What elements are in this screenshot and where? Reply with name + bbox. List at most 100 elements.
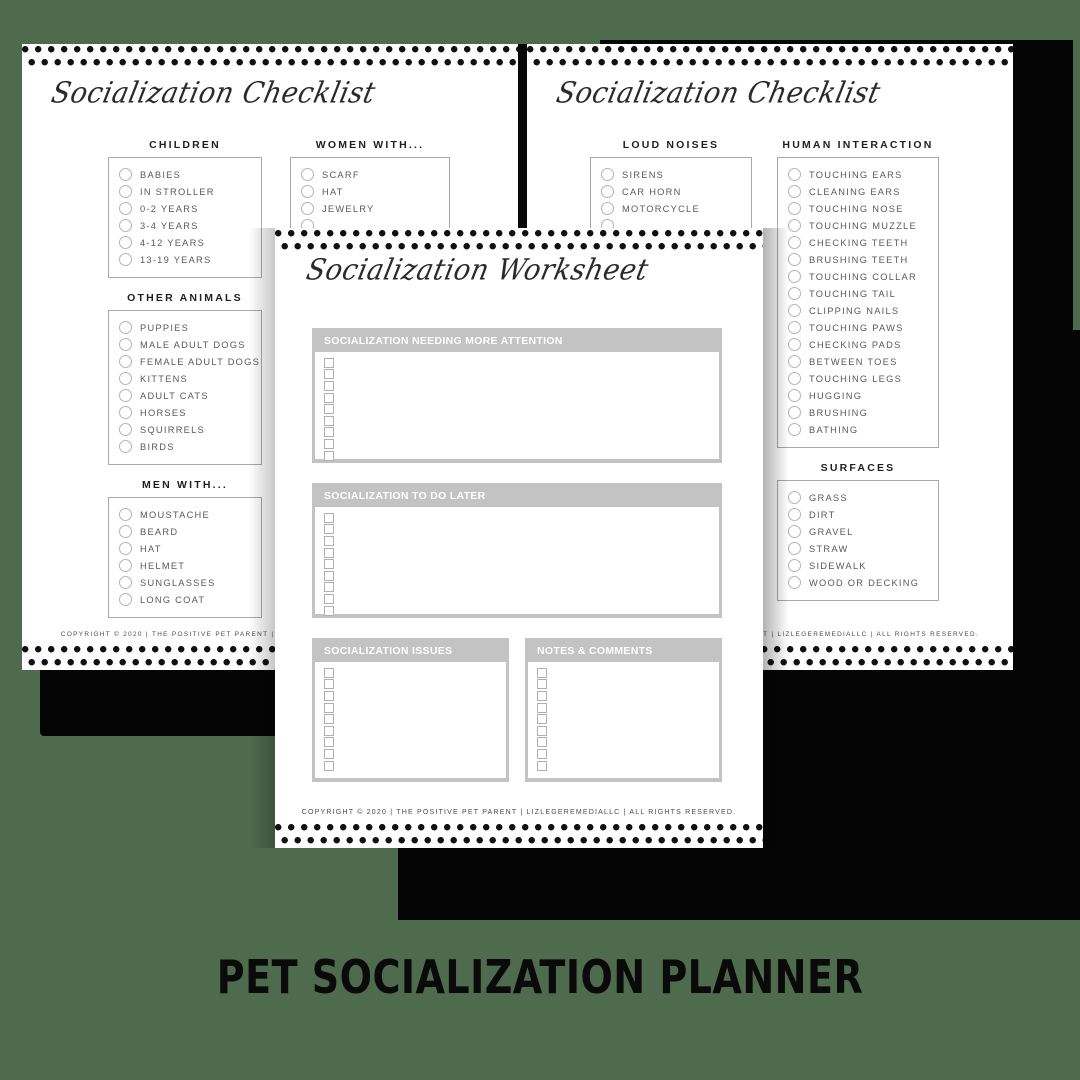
radio-circle-icon[interactable]	[119, 185, 132, 198]
checkbox-icon[interactable]	[324, 702, 334, 713]
checklist-option[interactable]: DIRT	[788, 506, 928, 523]
panel-body[interactable]	[315, 507, 719, 617]
radio-circle-icon[interactable]	[601, 168, 614, 181]
radio-circle-icon[interactable]	[788, 542, 801, 555]
checklist-option[interactable]: BABIES	[119, 166, 251, 183]
checkbox-icon[interactable]	[324, 679, 334, 690]
checklist-option[interactable]: HAT	[301, 183, 439, 200]
checklist-option[interactable]: MOUSTACHE	[119, 506, 251, 523]
checkbox-row[interactable]	[324, 582, 719, 594]
checkbox-icon[interactable]	[324, 392, 334, 403]
radio-circle-icon[interactable]	[119, 389, 132, 402]
checklist-option[interactable]: 4-12 YEARS	[119, 234, 251, 251]
radio-circle-icon[interactable]	[788, 236, 801, 249]
radio-circle-icon[interactable]	[301, 202, 314, 215]
radio-circle-icon[interactable]	[119, 236, 132, 249]
checklist-option[interactable]: MOTORCYCLE	[601, 200, 741, 217]
checklist-option[interactable]: STRAW	[788, 540, 928, 557]
checklist-option[interactable]: TOUCHING TAIL	[788, 285, 928, 302]
checklist-option[interactable]: 13-19 YEARS	[119, 251, 251, 268]
checkbox-icon[interactable]	[324, 748, 334, 759]
radio-circle-icon[interactable]	[788, 559, 801, 572]
checkbox-row[interactable]	[324, 748, 506, 760]
radio-circle-icon[interactable]	[788, 576, 801, 589]
checkbox-icon[interactable]	[324, 369, 334, 380]
checkbox-row[interactable]	[324, 605, 719, 617]
checkbox-row[interactable]	[324, 403, 719, 415]
checkbox-row[interactable]	[324, 593, 719, 605]
radio-circle-icon[interactable]	[788, 423, 801, 436]
checkbox-icon[interactable]	[537, 725, 547, 736]
radio-circle-icon[interactable]	[788, 168, 801, 181]
radio-circle-icon[interactable]	[788, 287, 801, 300]
checkbox-row[interactable]	[537, 667, 719, 679]
checkbox-row[interactable]	[537, 748, 719, 760]
checkbox-icon[interactable]	[324, 450, 334, 461]
checkbox-icon[interactable]	[324, 714, 334, 725]
checkbox-row[interactable]	[324, 737, 506, 749]
checkbox-icon[interactable]	[324, 725, 334, 736]
radio-circle-icon[interactable]	[301, 168, 314, 181]
checkbox-row[interactable]	[324, 690, 506, 702]
checkbox-row[interactable]	[324, 570, 719, 582]
checkbox-row[interactable]	[324, 679, 506, 691]
checklist-option[interactable]: ADULT CATS	[119, 387, 251, 404]
checkbox-icon[interactable]	[324, 760, 334, 771]
checklist-option[interactable]: SIDEWALK	[788, 557, 928, 574]
checklist-option[interactable]: SCARF	[301, 166, 439, 183]
checkbox-row[interactable]	[537, 702, 719, 714]
checkbox-row[interactable]	[324, 547, 719, 559]
checklist-option[interactable]: BEARD	[119, 523, 251, 540]
checkbox-row[interactable]	[324, 512, 719, 524]
radio-circle-icon[interactable]	[119, 338, 132, 351]
checklist-option[interactable]: TOUCHING COLLAR	[788, 268, 928, 285]
radio-circle-icon[interactable]	[119, 253, 132, 266]
checklist-option[interactable]: KITTENS	[119, 370, 251, 387]
checkbox-row[interactable]	[324, 392, 719, 404]
checkbox-icon[interactable]	[324, 559, 334, 570]
checkbox-row[interactable]	[324, 427, 719, 439]
radio-circle-icon[interactable]	[119, 202, 132, 215]
radio-circle-icon[interactable]	[119, 355, 132, 368]
checklist-option[interactable]: JEWELRY	[301, 200, 439, 217]
checkbox-row[interactable]	[537, 679, 719, 691]
checklist-option[interactable]: CHECKING TEETH	[788, 234, 928, 251]
radio-circle-icon[interactable]	[119, 559, 132, 572]
checklist-option[interactable]: TOUCHING EARS	[788, 166, 928, 183]
checkbox-row[interactable]	[324, 667, 506, 679]
checklist-option[interactable]: TOUCHING NOSE	[788, 200, 928, 217]
radio-circle-icon[interactable]	[788, 253, 801, 266]
checklist-option[interactable]: BIRDS	[119, 438, 251, 455]
checkbox-icon[interactable]	[537, 760, 547, 771]
checklist-option[interactable]: GRASS	[788, 489, 928, 506]
checkbox-row[interactable]	[537, 737, 719, 749]
checkbox-row[interactable]	[324, 760, 506, 772]
checklist-option[interactable]: BRUSHING TEETH	[788, 251, 928, 268]
radio-circle-icon[interactable]	[119, 406, 132, 419]
checkbox-icon[interactable]	[324, 427, 334, 438]
checkbox-row[interactable]	[324, 558, 719, 570]
radio-circle-icon[interactable]	[119, 321, 132, 334]
checkbox-row[interactable]	[537, 713, 719, 725]
checkbox-icon[interactable]	[324, 438, 334, 449]
radio-circle-icon[interactable]	[788, 219, 801, 232]
checklist-option[interactable]: LONG COAT	[119, 591, 251, 608]
checkbox-icon[interactable]	[324, 605, 334, 616]
checklist-option[interactable]: SIRENS	[601, 166, 741, 183]
radio-circle-icon[interactable]	[119, 219, 132, 232]
radio-circle-icon[interactable]	[788, 321, 801, 334]
radio-circle-icon[interactable]	[788, 372, 801, 385]
checklist-option[interactable]: CLEANING EARS	[788, 183, 928, 200]
checkbox-icon[interactable]	[324, 570, 334, 581]
checklist-option[interactable]: HELMET	[119, 557, 251, 574]
checkbox-icon[interactable]	[537, 667, 547, 678]
radio-circle-icon[interactable]	[788, 355, 801, 368]
checkbox-row[interactable]	[324, 369, 719, 381]
checkbox-row[interactable]	[324, 357, 719, 369]
checklist-option[interactable]: WOOD OR DECKING	[788, 574, 928, 591]
checkbox-icon[interactable]	[324, 415, 334, 426]
checkbox-row[interactable]	[324, 415, 719, 427]
checklist-option[interactable]: SUNGLASSES	[119, 574, 251, 591]
checklist-option[interactable]: FEMALE ADULT DOGS	[119, 353, 259, 370]
panel-body[interactable]	[528, 662, 719, 778]
